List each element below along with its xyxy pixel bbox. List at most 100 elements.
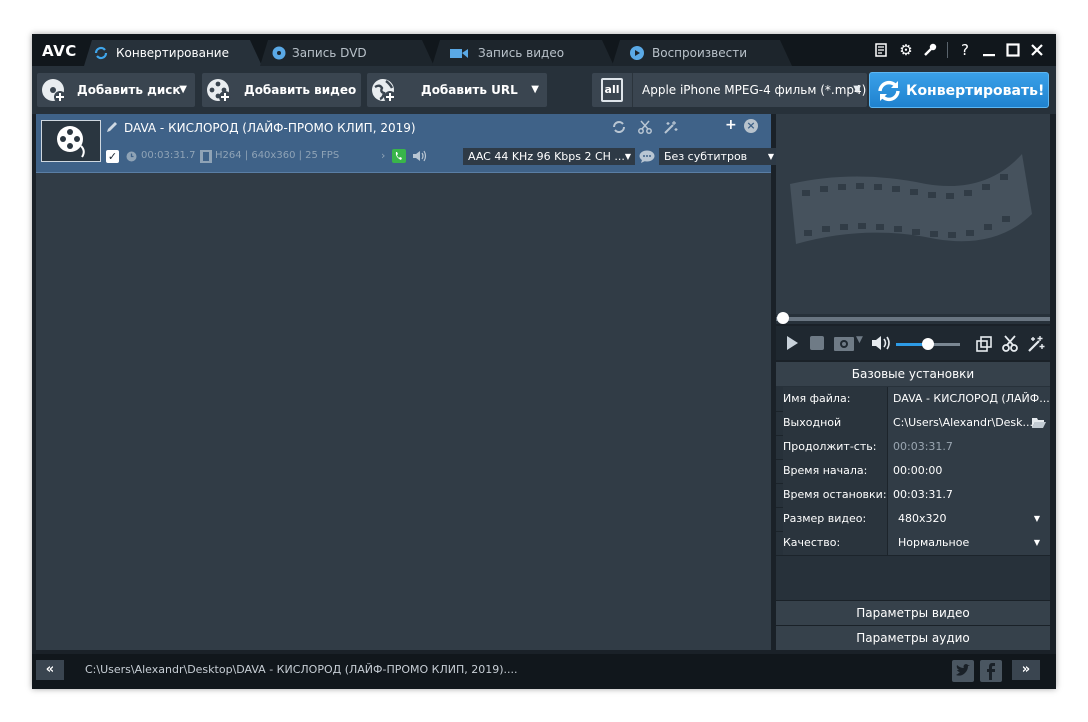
tab-bar: AVC Конвертирование Запись DVD Запись ви… — [32, 34, 1056, 66]
app-window: AVC Конвертирование Запись DVD Запись ви… — [32, 34, 1056, 689]
scissors-icon[interactable] — [1002, 335, 1018, 352]
volume-slider[interactable] — [896, 338, 960, 350]
add-disc-button[interactable]: Добавить диск ▼ — [37, 73, 195, 107]
tab-label: Запись видео — [478, 46, 565, 60]
convert-label: Конвертировать! — [906, 83, 1045, 99]
crop-icon[interactable] — [976, 336, 992, 352]
magic-wand-icon[interactable] — [1028, 335, 1045, 352]
seek-bar[interactable] — [776, 312, 1050, 324]
play-icon[interactable] — [786, 336, 798, 350]
refresh-icon[interactable] — [612, 120, 626, 134]
minimize-icon[interactable] — [978, 39, 1000, 61]
output-dir-value: C:\Users\Alexandr\Desk... — [893, 416, 1034, 429]
seek-handle[interactable] — [777, 312, 789, 324]
video-params-button[interactable]: Параметры видео — [776, 601, 1050, 625]
add-video-button[interactable]: Добавить видео — [202, 73, 361, 107]
film-strip-placeholder-icon — [790, 154, 1032, 244]
tab-convert[interactable]: Конвертирование — [84, 40, 262, 66]
edit-pencil-icon[interactable] — [106, 121, 118, 133]
add-url-button[interactable]: Добавить URL ▼ — [367, 73, 547, 107]
settings-row-quality: Качество: Нормальное ▼ — [776, 531, 1050, 556]
stop-icon[interactable] — [810, 336, 824, 350]
volume-icon[interactable] — [872, 336, 894, 350]
magic-wand-icon[interactable] — [664, 120, 678, 134]
start-time-field[interactable]: 00:00:00 — [887, 459, 1050, 483]
add-icon[interactable]: + — [725, 117, 737, 133]
output-format-select[interactable]: all Apple iPhone MPEG-4 фильм (*.mp4) ▼ — [592, 73, 867, 107]
scissors-icon[interactable] — [638, 120, 652, 134]
file-title: DAVA - КИСЛОРОД (ЛАЙФ-ПРОМО КЛИП, 2019) — [124, 121, 416, 135]
film-strip-icon — [200, 150, 212, 163]
settings-label: Время начала: — [783, 459, 887, 483]
video-preview — [776, 114, 1050, 314]
window-controls: ⚙ ? — [871, 39, 1048, 61]
remove-icon[interactable]: × — [744, 119, 758, 133]
play-icon — [630, 46, 644, 60]
chevron-down-icon[interactable]: ▼ — [856, 335, 863, 345]
close-icon[interactable] — [1026, 39, 1048, 61]
phone-device-icon[interactable] — [392, 149, 406, 163]
twitter-icon[interactable] — [952, 660, 974, 682]
settings-label: Выходной каталог: — [783, 411, 887, 453]
help-icon[interactable]: ? — [954, 39, 976, 61]
volume-handle[interactable] — [922, 338, 934, 350]
video-info: H264 | 640x360 | 25 FPS — [215, 150, 340, 161]
quality-select[interactable]: Нормальное ▼ — [887, 531, 1050, 555]
facebook-icon[interactable] — [980, 660, 1002, 682]
film-reel-icon — [57, 126, 85, 158]
subtitle-select[interactable]: Без субтитров ▼ — [659, 148, 779, 165]
tab-record[interactable]: Запись видео — [432, 40, 614, 66]
chevron-down-icon[interactable]: ▼ — [853, 73, 861, 107]
audio-track-select[interactable]: AAC 44 KHz 96 Kbps 2 CH ... ▼ — [463, 148, 635, 165]
list-item[interactable]: DAVA - КИСЛОРОД (ЛАЙФ-ПРОМО КЛИП, 2019) … — [36, 114, 779, 173]
add-video-label: Добавить видео — [244, 83, 357, 97]
audio-params-button[interactable]: Параметры аудио — [776, 626, 1050, 650]
basic-settings-panel: Базовые установки Имя файла: DAVA - КИСЛ… — [776, 362, 1050, 600]
item-actions — [612, 120, 678, 134]
settings-row-video-size: Размер видео: 480x320 ▼ — [776, 507, 1050, 532]
file-checkbox[interactable]: ✓ — [106, 150, 119, 163]
player-controls: ▼ — [776, 326, 1050, 360]
collapse-left-button[interactable]: « — [36, 660, 64, 680]
settings-label: Качество: — [783, 531, 887, 555]
record-icon — [450, 46, 468, 60]
video-thumbnail — [41, 120, 101, 162]
disc-add-icon — [42, 79, 66, 103]
filename-field[interactable]: DAVA - КИСЛОРОД (ЛАЙФ... — [887, 387, 1050, 411]
dropdown-arrow-icon[interactable]: ▼ — [531, 73, 539, 107]
add-disc-label: Добавить диск — [77, 83, 181, 97]
film-reel-add-icon — [207, 79, 231, 103]
settings-label: Продолжит-сть: — [783, 435, 887, 459]
stop-time-field[interactable]: 00:03:31.7 — [887, 483, 1050, 507]
dropdown-arrow-icon[interactable]: ▼ — [179, 73, 187, 107]
tab-play[interactable]: Воспроизвести — [612, 40, 792, 66]
settings-label: Размер видео: — [783, 507, 887, 531]
output-format-value: Apple iPhone MPEG-4 фильм (*.mp4) — [642, 83, 867, 97]
duration-value: 00:03:31.7 — [887, 435, 1050, 459]
settings-row-stop-time: Время остановки: 00:03:31.7 — [776, 483, 1050, 508]
snapshot-camera-icon[interactable] — [834, 335, 854, 351]
toolbar: Добавить диск ▼ Добавить видео Добавить … — [32, 66, 1056, 114]
folder-open-icon[interactable] — [1032, 417, 1046, 428]
settings-icon[interactable]: ⚙ — [895, 39, 917, 61]
video-size-select[interactable]: 480x320 ▼ — [887, 507, 1050, 531]
settings-row-output-dir: Выходной каталог: C:\Users\Alexandr\Desk… — [776, 411, 1050, 453]
key-icon[interactable] — [919, 39, 941, 61]
quality-value: Нормальное — [898, 536, 970, 549]
maximize-icon[interactable] — [1002, 39, 1024, 61]
settings-header[interactable]: Базовые установки — [776, 362, 1050, 386]
disc-icon — [272, 46, 286, 60]
tab-dvd[interactable]: Запись DVD — [260, 40, 434, 66]
output-dir-field[interactable]: C:\Users\Alexandr\Desk... — [887, 411, 1050, 435]
separator — [632, 73, 633, 107]
separator — [947, 42, 948, 58]
settings-label: Имя файла: — [783, 387, 887, 411]
expand-right-button[interactable]: » — [1012, 660, 1040, 680]
register-icon[interactable] — [871, 39, 893, 61]
chevron-right-icon: › — [381, 149, 386, 162]
clock-icon — [126, 151, 137, 162]
convert-button[interactable]: Конвертировать! — [869, 72, 1049, 108]
convert-arrows-icon — [878, 80, 900, 102]
tab-label: Конвертирование — [116, 46, 229, 60]
settings-row-filename: Имя файла: DAVA - КИСЛОРОД (ЛАЙФ... — [776, 387, 1050, 412]
